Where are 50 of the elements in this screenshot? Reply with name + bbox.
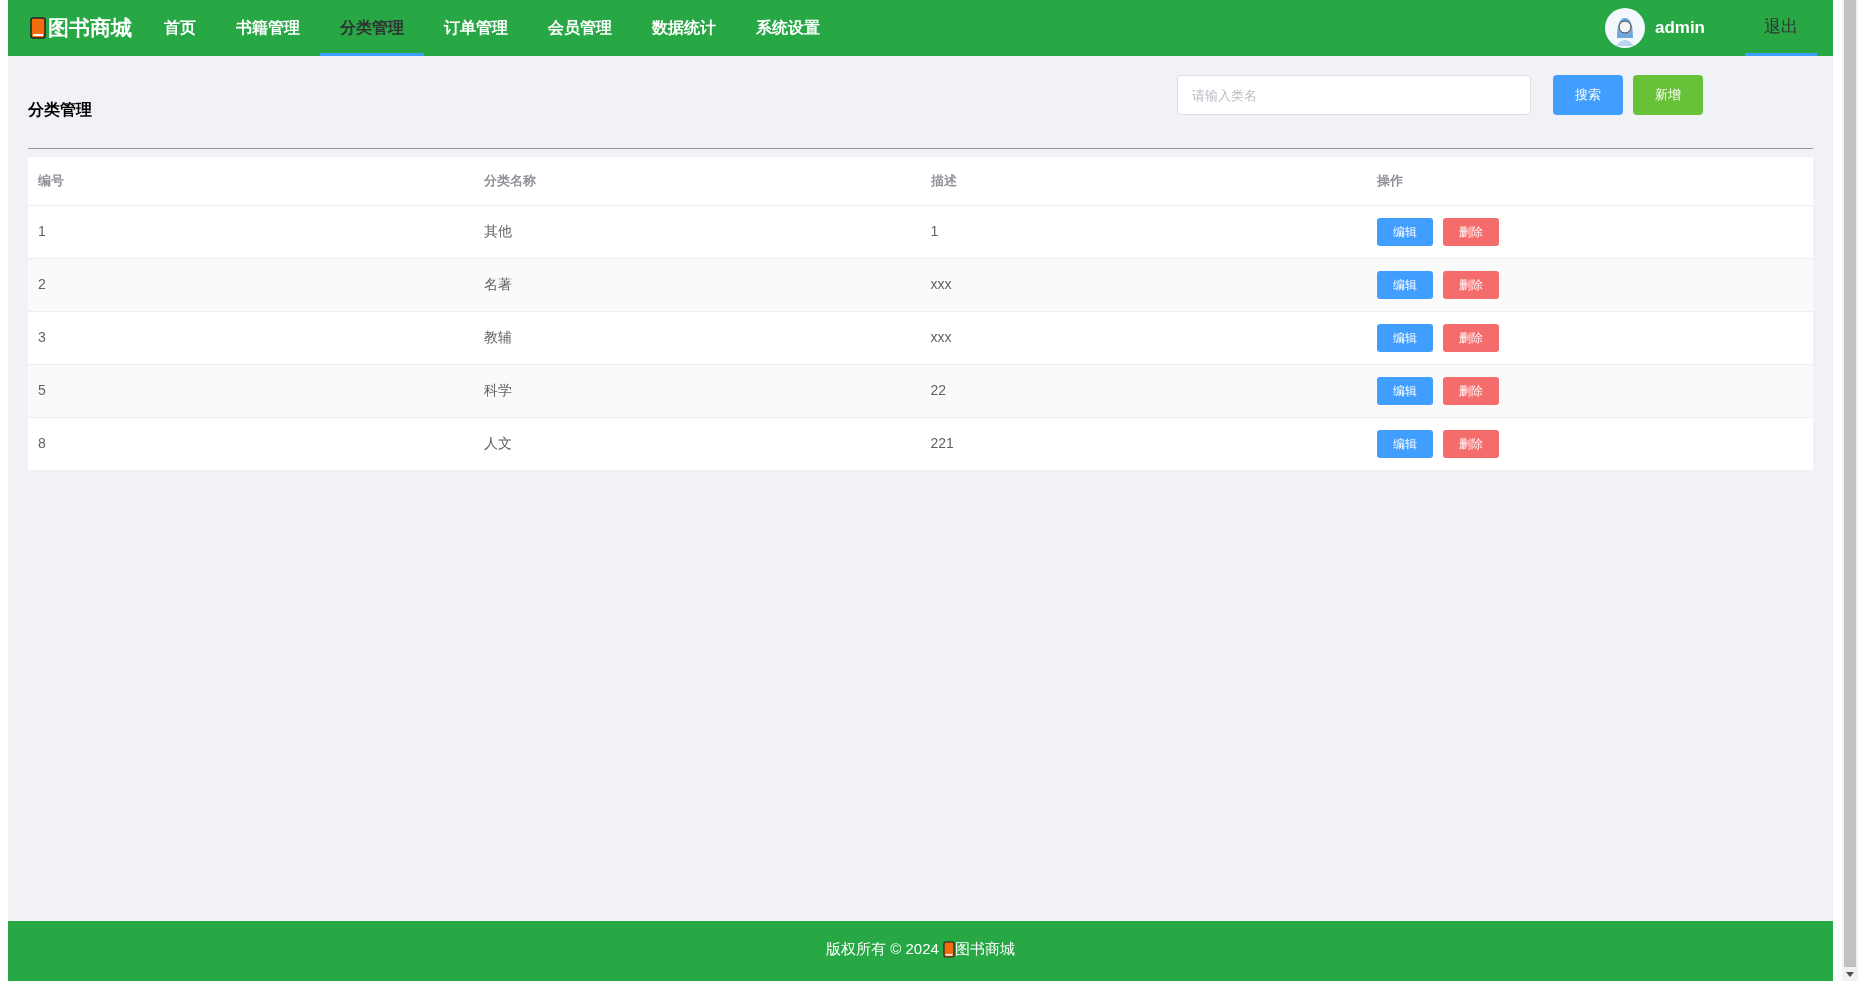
scrollbar[interactable] — [1842, 0, 1858, 981]
table-cell: 8 — [28, 417, 475, 470]
table-cell: xxx — [920, 258, 1367, 311]
nav-tab[interactable]: 系统设置 — [736, 0, 840, 56]
scrollbar-thumb[interactable] — [1844, 0, 1856, 967]
delete-button[interactable]: 删除 — [1442, 270, 1499, 299]
column-header: 描述 — [920, 157, 1367, 205]
nav-tab[interactable]: 分类管理 — [320, 0, 424, 56]
page-title: 分类管理 — [28, 100, 92, 120]
table-cell: xxx — [920, 311, 1367, 364]
nav-tab[interactable]: 会员管理 — [528, 0, 632, 56]
edit-button[interactable]: 编辑 — [1376, 270, 1433, 299]
nav-tab[interactable]: 书籍管理 — [216, 0, 320, 56]
column-header: 分类名称 — [474, 157, 921, 205]
search-field[interactable]: 请输入类名 — [1177, 75, 1531, 115]
edit-button[interactable]: 编辑 — [1376, 429, 1433, 458]
table-cell: 22 — [920, 364, 1367, 417]
add-button[interactable]: 新增 — [1633, 75, 1703, 115]
book-icon — [30, 17, 46, 39]
delete-button[interactable]: 删除 — [1442, 429, 1499, 458]
table-cell: 教辅 — [474, 311, 921, 364]
table-cell: 1 — [28, 205, 475, 258]
table-cell: 3 — [28, 311, 475, 364]
column-header: 编号 — [28, 157, 475, 205]
nav-tab[interactable]: 首页 — [144, 0, 216, 56]
column-header: 操作 — [1366, 157, 1813, 205]
edit-button[interactable]: 编辑 — [1376, 217, 1433, 246]
table-cell: 5 — [28, 364, 475, 417]
delete-button[interactable]: 删除 — [1442, 217, 1499, 246]
site-logo-text: 图书商城 — [48, 15, 132, 42]
table-cell: 名著 — [474, 258, 921, 311]
table-cell: 1 — [920, 205, 1367, 258]
edit-button[interactable]: 编辑 — [1376, 376, 1433, 405]
delete-button[interactable]: 删除 — [1442, 323, 1499, 352]
search-button[interactable]: 搜索 — [1553, 75, 1623, 115]
table-cell: 2 — [28, 258, 475, 311]
edit-button[interactable]: 编辑 — [1376, 323, 1433, 352]
footer-brand-text: 图书商城 — [954, 938, 1015, 959]
avatar-icon — [1604, 8, 1645, 48]
table-cell: 人文 — [474, 417, 921, 470]
username: admin — [1654, 17, 1705, 40]
nav-tab[interactable]: 订单管理 — [424, 0, 528, 56]
delete-button[interactable]: 删除 — [1442, 376, 1499, 405]
copyright-text: 版权所有 © 2024 — [826, 938, 939, 959]
logout-link[interactable]: 退出 — [1745, 0, 1817, 56]
nav-tab[interactable]: 数据统计 — [632, 0, 736, 56]
table-cell: 其他 — [474, 205, 921, 258]
table-cell: 科学 — [474, 364, 921, 417]
book-icon — [942, 940, 955, 958]
table-cell: 221 — [920, 417, 1367, 470]
